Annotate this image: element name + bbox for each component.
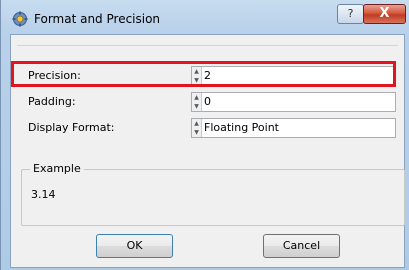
display-format-value[interactable]: Floating Point <box>204 121 279 134</box>
spin-up-arrow-icon[interactable]: ▲ <box>192 93 201 102</box>
spin-down-arrow-icon[interactable]: ▼ <box>192 128 201 137</box>
padding-value[interactable]: 0 <box>204 95 211 108</box>
example-group: Example 3.14 <box>21 162 405 226</box>
padding-row: Padding: ▲ ▼ 0 <box>17 92 398 112</box>
padding-label: Padding: <box>28 95 76 108</box>
ok-button[interactable]: OK <box>96 234 173 258</box>
padding-spin-buttons: ▲ ▼ <box>192 93 202 111</box>
precision-highlight-box <box>11 61 396 87</box>
close-button[interactable]: X <box>363 4 406 24</box>
display-format-row: Display Format: ▲ ▼ Floating Point <box>17 118 398 138</box>
cancel-button[interactable]: Cancel <box>263 234 340 258</box>
title-bar[interactable]: Format and Precision ? X <box>1 0 409 36</box>
spin-up-arrow-icon[interactable]: ▲ <box>192 119 201 128</box>
display-format-spin-buttons: ▲ ▼ <box>192 119 202 137</box>
app-gear-icon <box>12 11 28 27</box>
example-legend: Example <box>30 162 84 175</box>
fields-panel: Precision: ▲ ▼ 2 Padding: ▲ ▼ 0 Display … <box>17 45 398 139</box>
padding-spinbox[interactable]: ▲ ▼ 0 <box>191 92 396 112</box>
spin-down-arrow-icon[interactable]: ▼ <box>192 102 201 111</box>
dialog-window: Format and Precision ? X Precision: ▲ ▼ … <box>0 0 409 270</box>
window-title: Format and Precision <box>34 12 161 26</box>
display-format-spinbox[interactable]: ▲ ▼ Floating Point <box>191 118 396 138</box>
display-format-label: Display Format: <box>28 121 115 134</box>
help-button[interactable]: ? <box>337 4 364 24</box>
example-value: 3.14 <box>31 188 56 201</box>
